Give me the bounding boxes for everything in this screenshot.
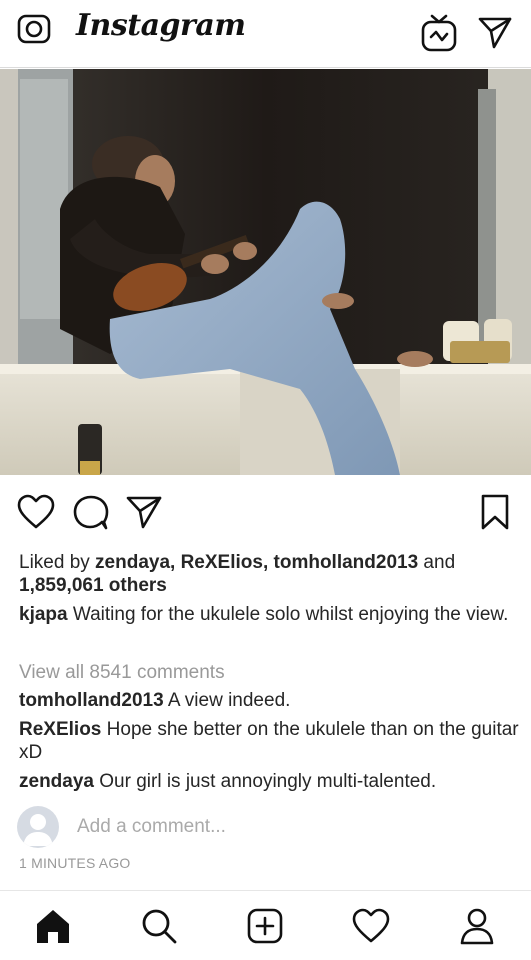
comment-text: A view indeed. <box>163 690 291 711</box>
post-timestamp: 1 MINUTES AGO <box>19 855 131 871</box>
share-icon[interactable] <box>125 493 163 531</box>
activity-heart-icon[interactable] <box>352 907 390 945</box>
avatar <box>17 806 59 848</box>
comment-text: Our girl is just annoyingly multi-talent… <box>93 771 437 792</box>
comment-item: zendaya Our girl is just annoyingly mult… <box>19 770 519 793</box>
bottom-nav <box>0 890 531 960</box>
likes-summary[interactable]: Liked by zendaya, ReXElios, tomholland20… <box>19 551 519 597</box>
bookmark-icon[interactable] <box>476 493 514 531</box>
post-caption: kjapa Waiting for the ukulele solo whils… <box>19 603 519 626</box>
comment-username[interactable]: tomholland2013 <box>19 690 164 711</box>
caption-username[interactable]: kjapa <box>19 604 68 625</box>
brand-logo: Instagram <box>76 8 246 43</box>
comment-username[interactable]: ReXElios <box>19 719 101 740</box>
comment-icon[interactable] <box>72 493 110 531</box>
post-photo[interactable] <box>0 69 531 475</box>
caption-text: Waiting for the ukulele solo whilst enjo… <box>67 604 509 625</box>
camera-icon[interactable] <box>16 11 52 47</box>
igtv-icon[interactable] <box>420 13 458 53</box>
liked-by-users[interactable]: zendaya, ReXElios, tomholland2013 <box>95 552 418 573</box>
home-icon[interactable] <box>34 907 72 945</box>
add-comment-input[interactable]: Add a comment... <box>77 816 226 838</box>
comment-item: tomholland2013 A view indeed. <box>19 689 519 712</box>
default-avatar-icon <box>23 814 53 846</box>
add-comment-row[interactable]: Add a comment... <box>17 806 517 848</box>
post-actions <box>0 478 531 548</box>
like-heart-icon[interactable] <box>17 493 55 531</box>
top-bar: Instagram <box>0 0 531 68</box>
view-all-comments-link[interactable]: View all 8541 comments <box>19 661 519 684</box>
comment-item: ReXElios Hope she better on the ukulele … <box>19 718 519 764</box>
likes-prefix: Liked by <box>19 552 96 573</box>
likes-count[interactable]: 1,859,061 others <box>19 575 167 596</box>
comment-username[interactable]: zendaya <box>19 771 94 792</box>
direct-message-icon[interactable] <box>477 14 513 50</box>
add-post-icon[interactable] <box>246 907 284 945</box>
likes-and: and <box>418 552 456 573</box>
profile-icon[interactable] <box>458 907 496 945</box>
search-icon[interactable] <box>140 907 178 945</box>
